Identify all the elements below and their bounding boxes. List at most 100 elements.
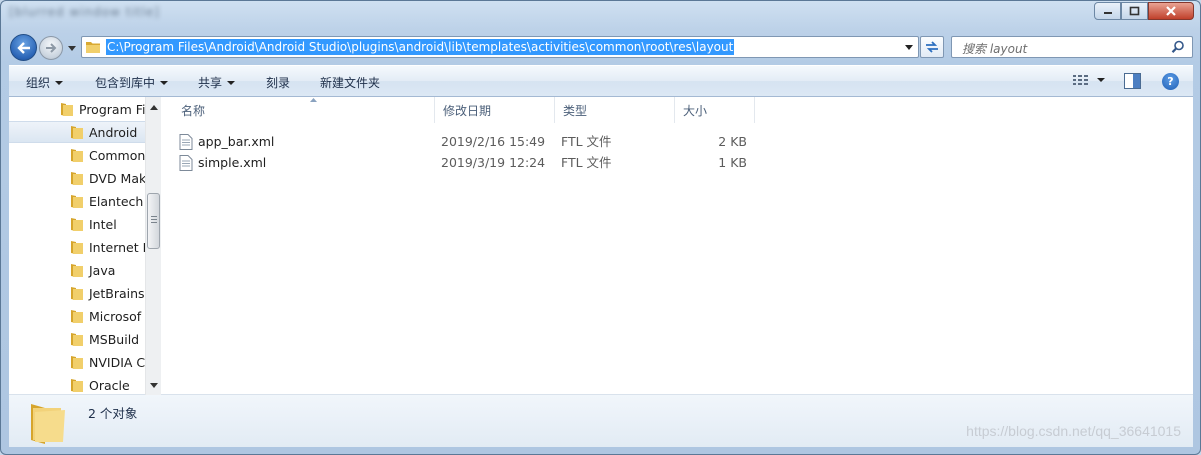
scroll-down-button[interactable] [146,377,161,393]
column-header-name[interactable]: 名称 [173,97,435,123]
tree-item[interactable]: Intel [9,213,145,235]
burn-button[interactable]: 刻录 [266,74,290,91]
file-modified: 2019/3/19 12:24 [441,155,546,170]
tree-item-label: Oracle [89,377,130,393]
folder-icon [71,149,83,162]
command-bar: 组织 包含到库中 共享 刻录 新建文件夹 ? [9,65,1193,97]
address-bar[interactable]: C:\Program Files\Android\Android Studio\… [81,36,919,58]
file-icon [179,154,193,171]
share-button[interactable]: 共享 [198,74,236,91]
tree-item[interactable]: Oracle [9,374,145,395]
tree-item[interactable]: Elantech [9,190,145,212]
file-modified: 2019/2/16 15:49 [441,134,546,149]
tree-item[interactable]: Internet E [9,236,145,258]
address-path[interactable]: C:\Program Files\Android\Android Studio\… [106,39,735,55]
help-icon: ? [1167,75,1174,88]
chevron-down-icon [160,80,169,85]
include-in-library-button[interactable]: 包含到库中 [95,74,169,91]
column-header-size[interactable]: 大小 [675,97,755,123]
tree-item[interactable]: Program Fi [9,98,145,120]
include-in-library-label: 包含到库中 [95,76,156,90]
folder-icon [71,264,83,277]
details-view-icon [1073,75,1088,85]
maximize-button[interactable] [1121,2,1148,20]
navigation-pane-scrollbar[interactable] [145,97,161,395]
chevron-down-icon [55,80,64,85]
caption-buttons [1094,2,1194,20]
recent-pages-button[interactable] [66,42,78,54]
close-button[interactable] [1148,2,1194,20]
column-header-type-label: 类型 [563,103,588,118]
watermark: https://blog.csdn.net/qq_36641015 [966,423,1181,439]
scrollbar-thumb[interactable] [147,193,160,249]
file-type: FTL 文件 [561,155,612,170]
scroll-up-button[interactable] [146,99,161,115]
file-icon [179,133,193,150]
forward-button[interactable] [39,36,63,60]
change-view-button[interactable] [1073,74,1105,86]
tree-item-label: Internet E [89,239,145,255]
file-row[interactable]: simple.xml 2019/3/19 12:24 FTL 文件 1 KB [161,152,761,173]
folder-icon [71,126,83,139]
folder-icon [71,241,83,254]
navigation-pane: Program Fi Android Common DVD Mak Elantech In… [9,97,161,395]
tree-item[interactable]: Common [9,144,145,166]
search-icon[interactable] [1171,40,1185,54]
minimize-button[interactable] [1094,2,1121,20]
file-name-cell: simple.xml [179,152,266,173]
tree-item-label: Common [89,147,145,163]
tree-item-label: JetBrains [89,285,145,301]
tree-item-label: Java [89,262,116,278]
window-title: [blurred window title] [9,5,160,19]
tree-item[interactable]: MSBuild [9,328,145,350]
organize-label: 组织 [26,76,51,90]
tree-item[interactable]: NVIDIA C [9,351,145,373]
tree-item[interactable]: DVD Mak [9,167,145,189]
column-header-size-label: 大小 [683,103,708,118]
tree-item-label: MSBuild [89,331,140,347]
tree-item-label: Android [89,124,138,140]
folder-icon [71,195,83,208]
tree-item[interactable]: Java [9,259,145,281]
tree-item[interactable]: Microsof [9,305,145,327]
column-header-name-label: 名称 [181,103,206,118]
chevron-down-icon [905,44,913,50]
tree-item[interactable]: JetBrains [9,282,145,304]
file-row[interactable]: app_bar.xml 2019/2/16 15:49 FTL 文件 2 KB [161,131,761,152]
preview-pane-button[interactable] [1124,73,1141,92]
arrow-right-icon [46,43,57,53]
chevron-down-icon [1097,78,1105,82]
organize-button[interactable]: 组织 [26,74,64,91]
burn-label: 刻录 [266,76,291,90]
chevron-down-icon [68,45,76,51]
column-header-modified-label: 修改日期 [443,103,492,118]
folder-icon [71,172,83,185]
file-list: 名称 修改日期 类型 大小 app_bar.xml 2019/2/16 15:49… [161,97,1193,395]
tree-item-label: Microsof [89,308,142,324]
tree-item-label: Intel [89,216,117,232]
chevron-down-icon [150,382,158,388]
file-size: 2 KB [718,134,747,149]
minimize-icon [1103,12,1112,14]
close-icon [1166,6,1176,16]
preview-pane-icon [1124,73,1141,89]
content-area: Program Fi Android Common DVD Mak Elantech In… [9,97,1193,395]
column-header-type[interactable]: 类型 [555,97,675,123]
back-button[interactable] [10,34,37,61]
explorer-window: [blurred window title] C:\Program Files\… [0,0,1201,455]
folder-icon [61,103,73,116]
folder-icon [86,42,100,53]
search-box[interactable]: 搜索 layout [951,36,1193,58]
address-dropdown-button[interactable] [902,40,916,54]
tree-item[interactable]: Android [9,121,145,143]
details-pane: 2 个对象 https://blog.csdn.net/qq_36641015 [9,395,1193,447]
title-bar: [blurred window title] [1,1,1200,31]
item-count: 2 个对象 [88,406,138,421]
folder-icon [31,404,65,444]
new-folder-button[interactable]: 新建文件夹 [320,74,380,91]
folder-icon [71,310,83,323]
help-button[interactable]: ? [1162,73,1179,90]
column-header-modified[interactable]: 修改日期 [435,97,555,123]
refresh-button[interactable] [920,36,944,58]
chevron-up-icon [150,104,158,110]
